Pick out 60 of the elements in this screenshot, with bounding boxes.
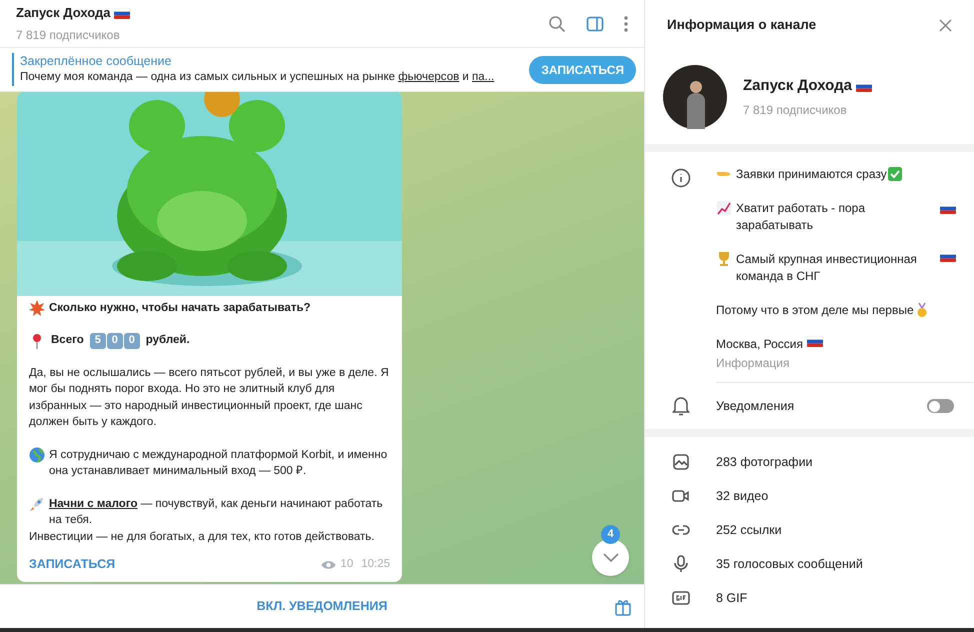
- notifications-toggle[interactable]: [927, 399, 954, 413]
- flag-icon: [114, 8, 130, 18]
- media-row[interactable]: 35 голосовых сообщений: [645, 547, 974, 581]
- panel-title: Информация о канале: [667, 16, 818, 34]
- chevron-down-icon: [602, 553, 618, 562]
- about-text: Потому что в этом деле мы первые: [716, 302, 914, 319]
- bell-icon: [672, 396, 690, 416]
- search-icon[interactable]: [548, 14, 566, 32]
- gift-icon[interactable]: [614, 598, 632, 616]
- about-text: Москва, Россия: [716, 336, 803, 353]
- digit-key: 0: [106, 332, 123, 348]
- channel-title: Zапуск Дохода: [16, 4, 110, 22]
- sidebar-toggle-icon[interactable]: [586, 14, 604, 32]
- about-text: Самый крупная инвестиционная команда в СНГ: [736, 251, 918, 285]
- explosion-icon: [29, 300, 45, 316]
- about-caption: Информация: [716, 355, 790, 372]
- pinned-link[interactable]: па...: [472, 71, 494, 83]
- price-prefix: Всего: [51, 333, 84, 348]
- channel-name: Zапуск Дохода: [743, 76, 852, 96]
- scroll-down-button[interactable]: [592, 539, 629, 576]
- message-paragraph: Начни с малого — почувствуй, как деньги начинают работать на тебя.: [49, 496, 384, 528]
- about-text: Хватит работать - пора зарабатывать: [736, 200, 866, 234]
- globe-icon: [29, 446, 45, 463]
- chart-icon: [716, 200, 732, 216]
- views-icon: [321, 560, 336, 570]
- media-row[interactable]: 32 видео: [645, 479, 974, 513]
- pinned-message-text[interactable]: Почему моя команда — одна из самых сильных и успешных на рынке фьючерсов и па...: [20, 69, 494, 86]
- digit-key: 0: [124, 332, 140, 348]
- subscriber-count: 7 819 подписчиков: [16, 26, 121, 44]
- notifications-label: Уведомления: [716, 398, 796, 415]
- message-time: 10:25: [361, 557, 390, 572]
- message-paragraph: Я сотрудничаю с международной платформой Korbit, и именно она устанавливает минимальный вход — 500 ₽.: [49, 448, 388, 480]
- message-paragraph: Да, вы не ослышались — всего пятьсот рублей, и вы уже в деле. Я мог бы поднять порог входа. Но это не элитный клуб для избранных — это народный инвестиционный проект, где шанс должен быть у каждого.: [29, 366, 390, 430]
- avatar: [663, 65, 727, 129]
- pinned-link[interactable]: фьючерсов: [398, 71, 460, 83]
- media-row[interactable]: 8 GIF: [645, 581, 974, 615]
- about-text: Заявки принимаются сразу: [736, 166, 887, 183]
- price-suffix: рублей.: [146, 333, 190, 348]
- start-link[interactable]: Начни с малого: [49, 498, 138, 510]
- pinned-label: Закреплённое сообщение: [20, 53, 172, 69]
- media-row[interactable]: 283 фотографии: [645, 445, 974, 479]
- view-count: 10: [340, 557, 354, 572]
- subscriber-count: 7 819 подписчиков: [743, 102, 848, 120]
- digit-key: 5: [90, 332, 106, 348]
- more-menu-icon[interactable]: [624, 16, 628, 32]
- info-icon: [670, 168, 690, 188]
- media-row[interactable]: 252 ссылки: [645, 513, 974, 547]
- unread-badge: 4: [601, 525, 620, 544]
- flag-icon: [807, 336, 823, 347]
- check-icon: [886, 166, 903, 182]
- message-heading: Сколько нужно, чтобы начать зарабатывать?: [49, 300, 311, 316]
- flag-icon: [940, 203, 956, 214]
- flag-icon: [856, 80, 872, 92]
- image-icon: [670, 452, 690, 472]
- message-paragraph: Инвестиции — не для богатых, а для тех, кто готов действовать.: [29, 530, 376, 545]
- trophy-icon: [716, 251, 732, 267]
- flag-icon: [940, 251, 956, 262]
- close-icon[interactable]: [939, 18, 952, 32]
- rocket-icon: [29, 496, 45, 512]
- gif-icon: [670, 588, 690, 608]
